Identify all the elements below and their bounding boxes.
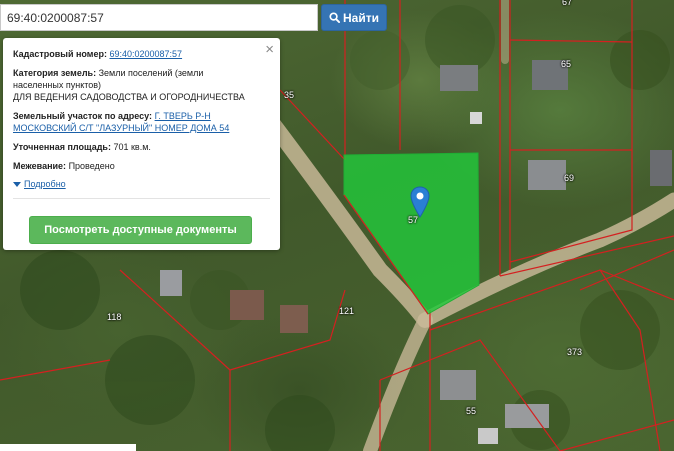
- plot-label-373: 373: [567, 347, 583, 357]
- area-value: 701 кв.м.: [113, 142, 151, 152]
- roof: [160, 270, 182, 296]
- land-category-value: Земли поселений (земли: [98, 68, 204, 78]
- address-link-cont[interactable]: МОСКОВСКИЙ С/Т "ЛАЗУРНЫЙ" НОМЕР ДОМА 54: [13, 123, 229, 133]
- cadastral-search-input[interactable]: [0, 4, 318, 31]
- roof: [280, 305, 308, 333]
- plot-label-118: 118: [107, 312, 122, 322]
- cadastral-number-link[interactable]: 69:40:0200087:57: [109, 49, 182, 59]
- plot-label-65: 65: [561, 59, 572, 69]
- cadastral-number-label: Кадастровый номер:: [13, 49, 107, 59]
- roof: [230, 290, 264, 320]
- plot-label-69: 69: [564, 173, 575, 183]
- search-icon: [329, 12, 340, 23]
- roof: [440, 65, 478, 91]
- roof: [505, 404, 549, 428]
- address-label: Земельный участок по адресу:: [13, 111, 153, 121]
- popup-divider: [13, 198, 270, 199]
- search-button[interactable]: Найти: [321, 4, 387, 31]
- plot-label-55: 55: [466, 406, 477, 416]
- details-toggle[interactable]: Подробно: [13, 178, 270, 190]
- plot-label-67: 67: [562, 0, 573, 7]
- close-icon[interactable]: ×: [265, 42, 274, 57]
- land-use-value: ДЛЯ ВЕДЕНИЯ САДОВОДСТВА И ОГОРОДНИЧЕСТВА: [13, 92, 245, 102]
- road-lower: [363, 313, 432, 451]
- area-row: Уточненная площадь: 701 кв.м.: [13, 141, 270, 153]
- map-footer-strip: [0, 444, 136, 451]
- plot-label-57: 57: [408, 215, 419, 225]
- area-label: Уточненная площадь:: [13, 142, 111, 152]
- roof: [528, 160, 566, 190]
- roof: [650, 150, 672, 186]
- parcel-info-popup: × Кадастровый номер: 69:40:0200087:57 Ка…: [3, 38, 280, 250]
- search-button-label: Найти: [343, 10, 379, 25]
- view-documents-button[interactable]: Посмотреть доступные документы: [29, 216, 252, 244]
- cadastral-number-row: Кадастровый номер: 69:40:0200087:57: [13, 48, 270, 60]
- land-category-row: Категория земель: Земли поселений (земли…: [13, 67, 270, 103]
- roof: [478, 428, 498, 444]
- plot-label-35: 35: [284, 90, 295, 100]
- plot-label-121: 121: [339, 306, 355, 316]
- caret-down-icon: [13, 181, 21, 187]
- survey-value: Проведено: [68, 161, 115, 171]
- roof: [440, 370, 476, 400]
- roof: [470, 112, 482, 124]
- details-link[interactable]: Подробно: [24, 178, 66, 190]
- land-category-value-cont: населенных пунктов): [13, 80, 102, 90]
- survey-label: Межевание:: [13, 161, 67, 171]
- land-category-label: Категория земель:: [13, 68, 97, 78]
- address-link[interactable]: Г. ТВЕРЬ Р-Н: [155, 111, 211, 121]
- survey-row: Межевание: Проведено: [13, 160, 270, 172]
- location-marker-icon[interactable]: [410, 186, 430, 218]
- address-row: Земельный участок по адресу: Г. ТВЕРЬ Р-…: [13, 110, 270, 134]
